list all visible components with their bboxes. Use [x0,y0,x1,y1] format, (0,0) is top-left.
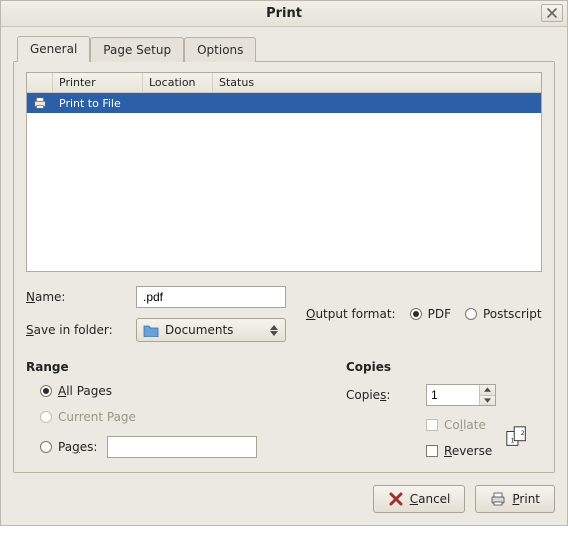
print-icon [490,491,506,507]
printer-icon [27,96,53,110]
copies-title: Copies [346,360,542,374]
titlebar: Print [1,1,567,27]
tab-general[interactable]: General [17,36,90,62]
col-status[interactable]: Status [213,73,541,92]
window-title: Print [266,6,302,21]
printer-name: Print to File [53,97,541,110]
tab-label: General [30,42,77,56]
save-folder-label: Save in folder: [26,323,126,337]
spin-up[interactable] [480,385,495,396]
radio-postscript-label: Postscript [483,307,542,321]
col-printer[interactable]: Printer [53,73,143,92]
copies-section: Copies Copies: Collate [346,360,542,458]
file-settings: Name: Output format: PDF Postscript Save… [26,286,542,342]
radio-all-pages[interactable]: All Pages [40,384,306,398]
print-button[interactable]: Print [475,485,555,513]
folder-icon [143,323,159,337]
output-format-label: Output format: [306,307,396,321]
tab-page-setup[interactable]: Page Setup [90,37,184,62]
tabstrip: General Page Setup Options [17,35,555,61]
tab-label: Page Setup [103,43,171,57]
close-button[interactable] [541,4,563,22]
tab-page-general: Printer Location Status Print to File Na… [13,61,555,473]
radio-pages[interactable]: Pages: [40,440,97,454]
combo-arrows-icon [267,325,281,336]
copies-label: Copies: [346,388,426,402]
radio-postscript[interactable]: Postscript [465,307,542,321]
check-collate-label: Collate [444,418,486,432]
radio-current-page: Current Page [40,410,306,424]
printer-list[interactable]: Printer Location Status Print to File [26,72,542,272]
printer-list-body: Print to File [27,93,541,271]
button-bar: Cancel Print [13,485,555,513]
copies-value[interactable] [427,385,479,405]
check-reverse-label: Reverse [444,444,492,458]
cancel-label: Cancel [410,492,451,506]
printer-row[interactable]: Print to File [27,93,541,113]
printer-list-header: Printer Location Status [27,73,541,93]
radio-pages-label: Pages: [58,440,97,454]
copies-stepper[interactable] [426,384,496,406]
pages-field[interactable] [107,436,257,458]
save-folder-combo[interactable]: Documents [136,318,286,342]
close-icon [547,8,557,18]
output-format-group: Output format: PDF Postscript [306,307,542,321]
range-copies-sections: Range All Pages Current Page Pages: Copi… [26,360,542,458]
save-folder-value: Documents [165,323,267,337]
check-collate: Collate [426,418,504,432]
tab-label: Options [197,43,243,57]
name-field[interactable] [136,286,286,308]
print-dialog: Print General Page Setup Options Printer… [0,0,568,526]
check-reverse[interactable]: Reverse [426,444,504,458]
spin-down[interactable] [480,396,495,406]
svg-text:2: 2 [521,429,525,437]
range-title: Range [26,360,306,374]
dialog-body: General Page Setup Options Printer Locat… [1,27,567,525]
col-icon [27,73,53,92]
name-label: Name: [26,290,126,304]
col-location[interactable]: Location [143,73,213,92]
collate-preview-icon: 1 2 [504,425,542,452]
radio-all-pages-label: All Pages [58,384,112,398]
radio-pdf[interactable]: PDF [410,307,451,321]
range-section: Range All Pages Current Page Pages: [26,360,306,458]
cancel-icon [388,491,404,507]
print-label: Print [512,492,540,506]
radio-current-page-label: Current Page [58,410,136,424]
radio-pdf-label: PDF [428,307,451,321]
cancel-button[interactable]: Cancel [373,485,466,513]
spin-buttons [479,385,495,405]
tab-options[interactable]: Options [184,37,256,62]
